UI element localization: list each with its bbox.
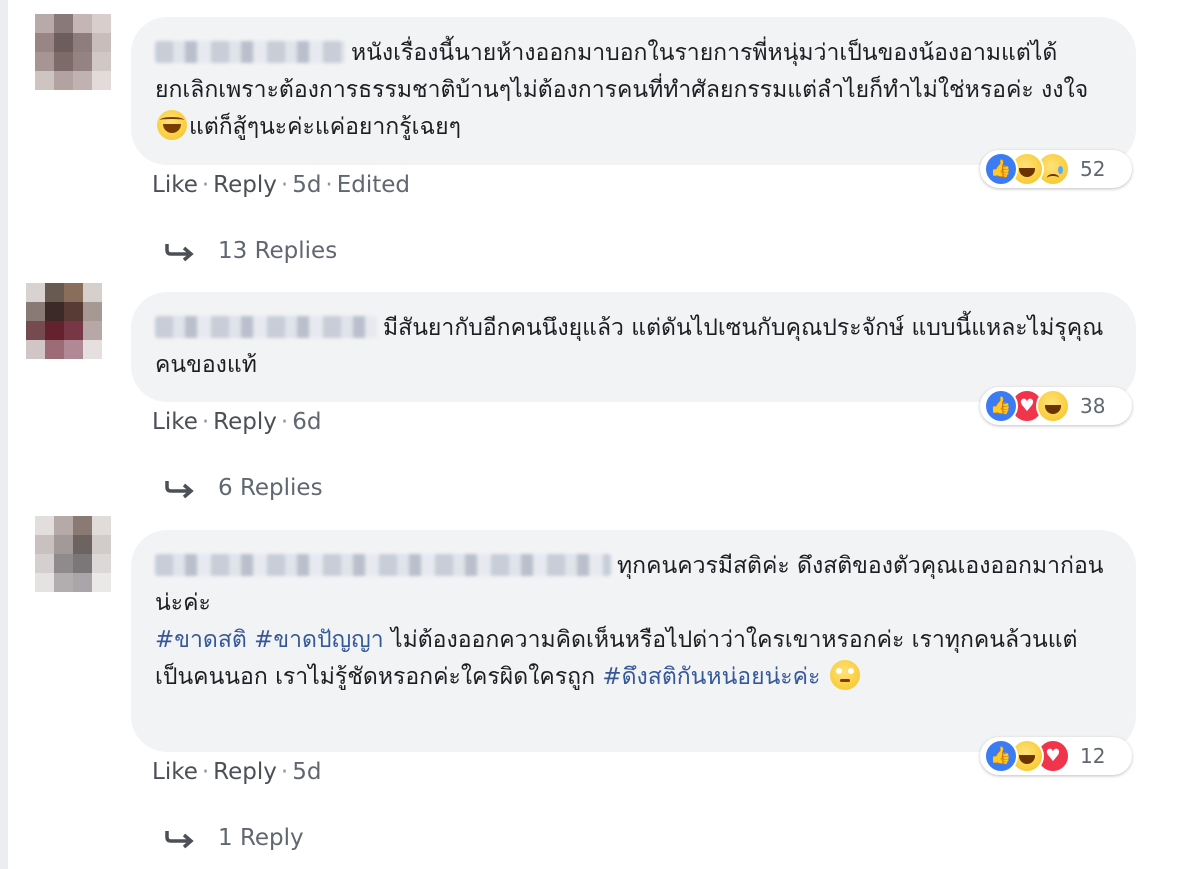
reactions-summary[interactable]: 👍 52 xyxy=(980,150,1132,188)
reply-arrow-icon xyxy=(165,244,194,262)
edited-label[interactable]: Edited xyxy=(337,172,410,198)
like-button[interactable]: Like xyxy=(152,759,198,785)
reaction-count: 38 xyxy=(1080,394,1106,418)
reaction-count: 52 xyxy=(1080,157,1106,181)
hashtag-link[interactable]: #ดึงสติกันหน่อยน่ะค่ะ xyxy=(602,664,820,690)
separator: · xyxy=(201,759,210,785)
reply-arrow-icon xyxy=(165,831,194,849)
comment-bubble: มีสันยากับอีกคนนึงยุแล้ว แต่ดันไปเซนกับค… xyxy=(131,292,1136,402)
comment-actions: Like · Reply · 5d · Edited xyxy=(152,172,410,198)
view-replies-link[interactable]: 1 Reply xyxy=(164,825,304,851)
hashtag-link[interactable]: #ขาดสติ xyxy=(155,627,247,653)
separator: · xyxy=(201,409,210,435)
comment-bubble: ทุกคนควรมีสติค่ะ ดึงสติของตัวคุณเองออกมา… xyxy=(131,530,1136,752)
separator: · xyxy=(325,172,333,198)
author-name[interactable] xyxy=(155,554,611,576)
eye-roll-icon xyxy=(829,660,860,690)
view-replies-link[interactable]: 6 Replies xyxy=(164,475,323,501)
timestamp[interactable]: 6d xyxy=(292,409,321,435)
reactions-summary[interactable]: 👍 ♥ 38 xyxy=(980,387,1132,425)
comment-bubble: หนังเรื่องนี้นายห้างออกมาบอกในรายการพี่ห… xyxy=(131,17,1136,165)
like-reaction-icon: 👍 xyxy=(984,739,1018,773)
avatar[interactable] xyxy=(35,14,111,90)
reaction-count: 12 xyxy=(1080,744,1106,768)
left-divider xyxy=(0,0,8,869)
comment-actions: Like · Reply · 5d xyxy=(152,759,321,785)
author-name[interactable] xyxy=(155,316,377,338)
separator: · xyxy=(280,172,289,198)
comment-text-continued: แต่ก็สู้ๆนะค่ะแค่อยากรู้เฉยๆ xyxy=(189,114,461,140)
separator: · xyxy=(280,759,289,785)
reply-button[interactable]: Reply xyxy=(213,759,277,785)
reply-arrow-icon xyxy=(165,481,194,499)
hashtag-link[interactable]: #ขาดปัญญา xyxy=(254,627,384,653)
reply-button[interactable]: Reply xyxy=(213,409,277,435)
reply-button[interactable]: Reply xyxy=(213,172,277,198)
replies-count-label[interactable]: 13 Replies xyxy=(218,238,337,264)
replies-count-label[interactable]: 1 Reply xyxy=(218,825,304,851)
like-button[interactable]: Like xyxy=(152,172,198,198)
replies-count-label[interactable]: 6 Replies xyxy=(218,475,323,501)
separator: · xyxy=(201,172,210,198)
separator: · xyxy=(280,409,289,435)
avatar[interactable] xyxy=(35,516,111,592)
avatar[interactable] xyxy=(26,283,102,359)
timestamp[interactable]: 5d xyxy=(292,172,321,198)
haha-reaction-icon xyxy=(1036,389,1070,423)
like-button[interactable]: Like xyxy=(152,409,198,435)
timestamp[interactable]: 5d xyxy=(292,759,321,785)
reactions-summary[interactable]: 👍 ♥ 12 xyxy=(980,737,1132,775)
like-reaction-icon: 👍 xyxy=(984,389,1018,423)
comment-actions: Like · Reply · 6d xyxy=(152,409,321,435)
view-replies-link[interactable]: 13 Replies xyxy=(164,238,337,264)
like-reaction-icon: 👍 xyxy=(984,152,1018,186)
laughing-tears-icon xyxy=(157,110,187,140)
author-name[interactable] xyxy=(155,41,345,63)
